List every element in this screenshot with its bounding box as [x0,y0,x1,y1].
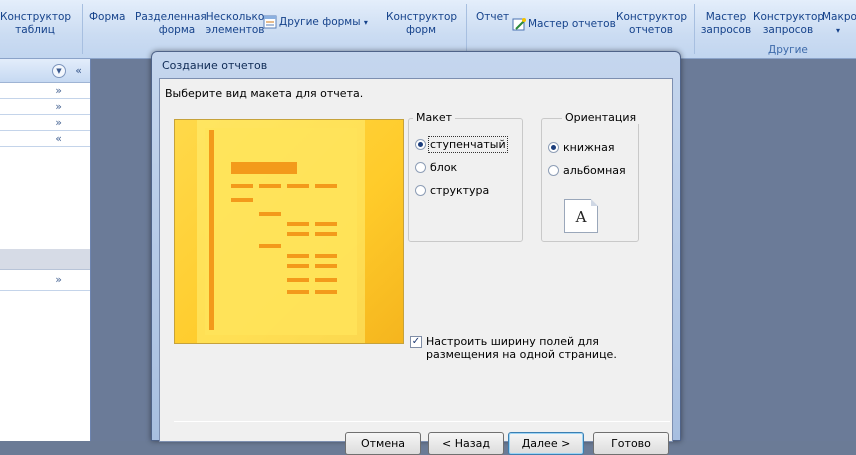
expand-chevron-icon[interactable]: » [55,84,62,97]
back-button[interactable]: < Назад [428,432,504,455]
cancel-button[interactable]: Отмена [345,432,421,455]
split-form-label-1: Разделенная [135,11,207,23]
navigation-pane: ▼ « » » » « » [0,59,91,441]
finish-button[interactable]: Готово [593,432,669,455]
multiple-items-label-2: элементов [205,24,265,36]
split-form-button[interactable]: Разделенная форма [135,11,207,37]
report-wizard-dialog: Создание отчетов Выберите вид макета для… [151,51,681,455]
nav-group-row[interactable]: » [0,270,90,291]
radio-icon[interactable] [415,162,426,173]
magic-wand-icon [512,17,526,31]
report-button[interactable]: Отчет [476,11,509,24]
other-forms-button[interactable]: Другие формы ▾ [263,15,368,29]
layout-option-stepped[interactable]: ступенчатый [415,136,508,153]
query-designer-button[interactable]: Конструктор запросов [753,11,825,37]
radio-icon[interactable] [548,165,559,176]
other-forms-icon [263,15,277,29]
collapse-pane-icon[interactable]: « [75,64,82,77]
orientation-option-label: альбомная [563,164,626,177]
table-designer-button[interactable]: Конструктор таблиц [0,11,72,37]
query-designer-label-2: запросов [762,24,814,36]
dialog-title: Создание отчетов [162,59,268,72]
checkmark-icon[interactable]: ✓ [410,336,422,348]
query-designer-label-1: Конструктор [753,11,825,23]
nav-pane-header: ▼ « [0,59,90,83]
dialog-prompt: Выберите вид макета для отчета. [165,87,364,100]
query-wizard-label-1: Мастер [705,11,747,23]
chevron-down-icon: ▾ [363,18,368,27]
radio-icon[interactable] [415,185,426,196]
form-designer-label-1: Конструктор [386,11,458,23]
orientation-group: Ориентация книжная альбомная A [541,111,640,242]
form-button[interactable]: Форма [89,11,125,24]
radio-selected-icon[interactable] [415,139,426,150]
report-wizard-label: Мастер отчетов [528,18,616,30]
chevron-down-icon[interactable]: ▼ [52,64,66,78]
report-wizard-button[interactable]: Мастер отчетов [512,17,616,31]
ribbon-separator [82,4,83,54]
multiple-items-label-1: Несколько [205,11,265,23]
query-wizard-label-2: запросов [700,24,752,36]
nav-group-row[interactable]: » [0,83,90,99]
collapse-chevron-icon[interactable]: « [55,132,62,145]
multiple-items-button[interactable]: Несколько элементов [199,11,271,37]
next-button[interactable]: Далее > [508,432,584,455]
form-label: Форма [89,11,126,23]
layout-group-title: Макет [413,111,456,124]
orientation-group-title: Ориентация [562,111,640,124]
expand-chevron-icon[interactable]: » [55,100,62,113]
report-designer-button[interactable]: Конструктор отчетов [616,11,688,37]
layout-option-label: блок [430,161,458,174]
report-layout-preview-icon [197,120,365,343]
nav-group-row[interactable]: « [0,131,90,147]
expand-chevron-icon[interactable]: » [55,273,62,286]
orientation-option-portrait[interactable]: книжная [548,141,614,154]
other-forms-label: Другие формы [279,16,361,28]
layout-preview-image [174,119,404,344]
layout-option-block[interactable]: блок [415,161,457,174]
nav-group-header [0,249,90,270]
expand-chevron-icon[interactable]: » [55,116,62,129]
dialog-body: Выберите вид макета для отчета. Макет ст… [159,78,673,455]
form-designer-button[interactable]: Конструктор форм [386,11,458,37]
report-label: Отчет [476,11,510,23]
fit-width-checkbox-row[interactable]: ✓ Настроить ширину полей для размещения … [410,335,660,361]
chevron-down-icon: ▾ [836,26,841,35]
form-designer-label-2: форм [406,24,436,36]
macro-label: Макро [822,11,856,23]
table-designer-label-1: Конструктор [0,11,72,23]
report-designer-label-2: отчетов [629,24,673,36]
layout-group: Макет ступенчатый блок структура [408,111,523,242]
ribbon-separator [694,4,695,54]
layout-option-label: ступенчатый [428,136,508,153]
table-designer-label-2: таблиц [15,24,55,36]
portrait-page-icon: A [564,199,598,233]
radio-selected-icon[interactable] [548,142,559,153]
layout-option-outline[interactable]: структура [415,184,489,197]
query-wizard-button[interactable]: Мастер запросов [698,11,754,37]
macro-button[interactable]: Макро ▾ [822,11,856,37]
nav-group-row[interactable]: » [0,99,90,115]
nav-group-row[interactable]: » [0,115,90,131]
fit-width-label: Настроить ширину полей для размещения на… [426,335,617,361]
dialog-divider [174,421,670,422]
layout-option-label: структура [430,184,490,197]
report-designer-label-1: Конструктор [616,11,688,23]
orientation-option-landscape[interactable]: альбомная [548,164,626,177]
orientation-option-label: книжная [563,141,615,154]
ribbon-separator [466,4,467,54]
group-label-other: Другие [768,44,808,56]
split-form-label-2: форма [158,24,196,36]
